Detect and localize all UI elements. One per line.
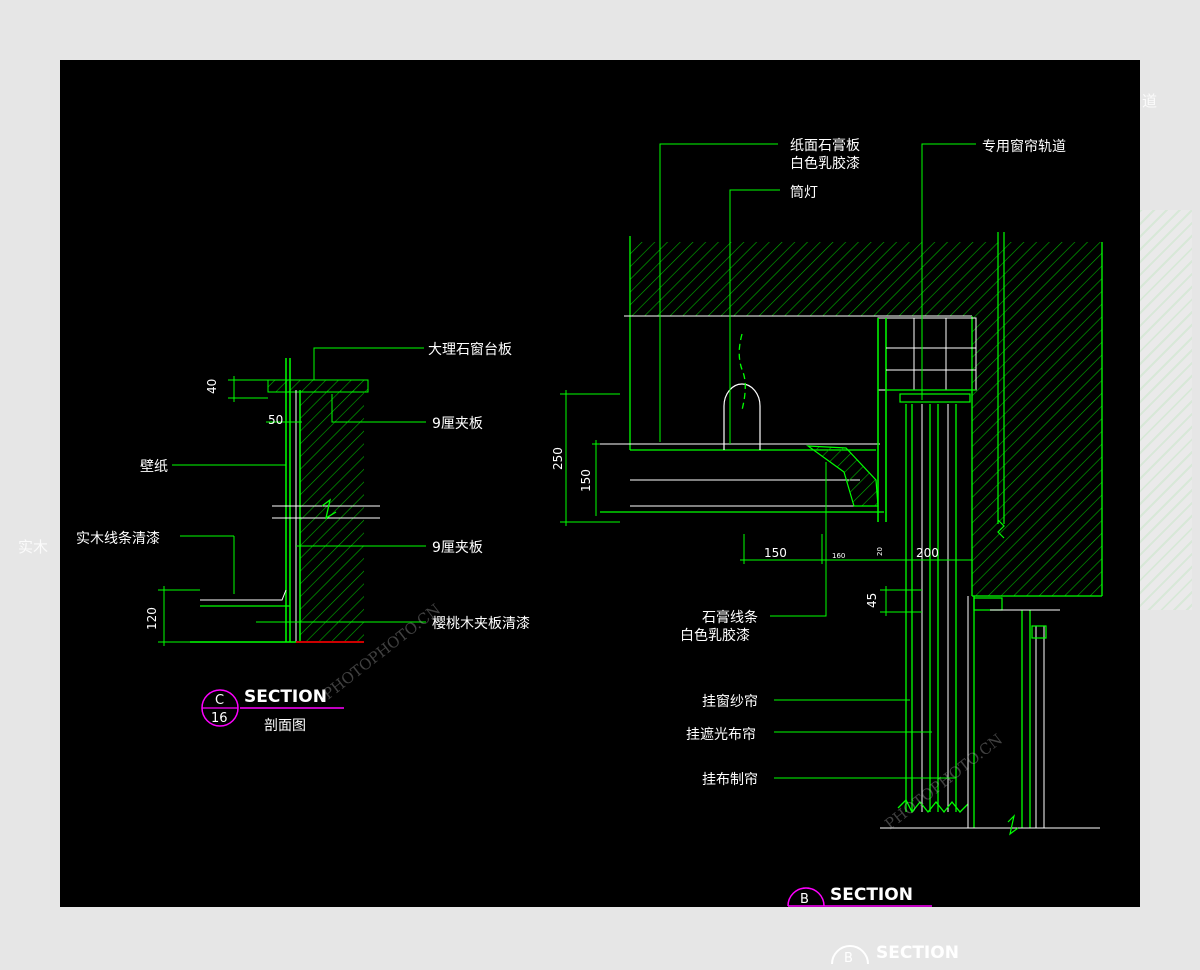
window-frame-head <box>973 597 1003 611</box>
section-subtitle-left: 剖面图 <box>264 718 306 734</box>
section-title-left: SECTION <box>244 687 327 707</box>
downlight-fixture <box>723 383 761 450</box>
label-wood-trim: 实木线条清漆 <box>76 530 160 547</box>
background-label-right: 道 <box>1142 92 1158 110</box>
background-label-left: 实木 <box>18 538 49 556</box>
dim-50: 50 <box>268 413 283 427</box>
slab-hatch <box>630 242 1102 316</box>
label-cherry-plywood: 樱桃木夹板清漆 <box>432 615 530 632</box>
label-blackout-curtain: 挂遮光布帘 <box>686 727 756 743</box>
label-sheer-curtain: 挂窗纱帘 <box>702 693 758 710</box>
dim-150-horizontal: 150 <box>764 546 787 560</box>
section-marker-letter: C <box>215 693 224 708</box>
right-section-detail: 250 150 150 160 20 200 45 纸面石膏板 白色乳胶漆 筒灯… <box>551 137 1103 907</box>
curtain-layers <box>897 404 969 814</box>
label-plywood-9-mid: 9厘夹板 <box>432 540 483 556</box>
left-section-detail: 40 50 120 大理石窗台板 9厘夹板 壁纸 实木线条清漆 9厘夹板 樱桃木… <box>76 341 530 734</box>
dim-20: 20 <box>876 547 884 556</box>
background-section-title: SECTION <box>876 943 959 963</box>
watermark-logo: PHOTOPHOTO.CN PHOTOPHOTO.CN <box>319 600 1006 833</box>
marble-sill-slab <box>267 379 369 393</box>
watermark-text-right: PHOTOPHOTO.CN <box>881 730 1006 833</box>
dim-160: 160 <box>832 552 845 560</box>
label-gypsum-paint: 白色乳胶漆 <box>790 155 860 172</box>
curtain-track <box>899 393 971 403</box>
dim-45: 45 <box>865 593 879 608</box>
label-plaster-paint: 白色乳胶漆 <box>680 627 750 644</box>
label-curtain-track: 专用窗帘轨道 <box>982 138 1066 155</box>
label-downlight: 筒灯 <box>790 184 818 201</box>
label-plywood-9-top: 9厘夹板 <box>432 416 483 432</box>
section-marker-b: B SECTION <box>787 885 932 907</box>
section-marker-b-letter: B <box>800 892 809 907</box>
label-marble-sill: 大理石窗台板 <box>428 341 512 358</box>
label-plaster-trim: 石膏线条 <box>702 609 758 626</box>
dim-40: 40 <box>205 379 219 394</box>
label-fabric-curtain: 挂布制帘 <box>702 772 758 788</box>
background-section-letter: B <box>844 951 853 966</box>
curtain-box <box>877 317 977 391</box>
section-marker-sheet: 16 <box>211 711 228 726</box>
background-hatch-panel <box>1140 210 1192 610</box>
dim-200: 200 <box>916 546 939 560</box>
dim-250: 250 <box>551 447 565 470</box>
label-wallpaper: 壁纸 <box>140 459 168 475</box>
dim-120: 120 <box>145 607 159 630</box>
dim-150-vertical: 150 <box>579 469 593 492</box>
right-wall-hatch <box>972 316 1102 596</box>
background-section-marker: B SECTION <box>828 936 1028 966</box>
plaster-cornice <box>805 445 879 507</box>
left-wall-hatch <box>300 390 364 642</box>
section-title-right: SECTION <box>830 885 913 905</box>
cad-drawing: 40 50 120 大理石窗台板 9厘夹板 壁纸 实木线条清漆 9厘夹板 樱桃木… <box>76 137 1103 907</box>
cad-drawing-canvas: 40 50 120 大理石窗台板 9厘夹板 壁纸 实木线条清漆 9厘夹板 樱桃木… <box>60 60 1140 907</box>
label-gypsum-board: 纸面石膏板 <box>790 137 860 154</box>
